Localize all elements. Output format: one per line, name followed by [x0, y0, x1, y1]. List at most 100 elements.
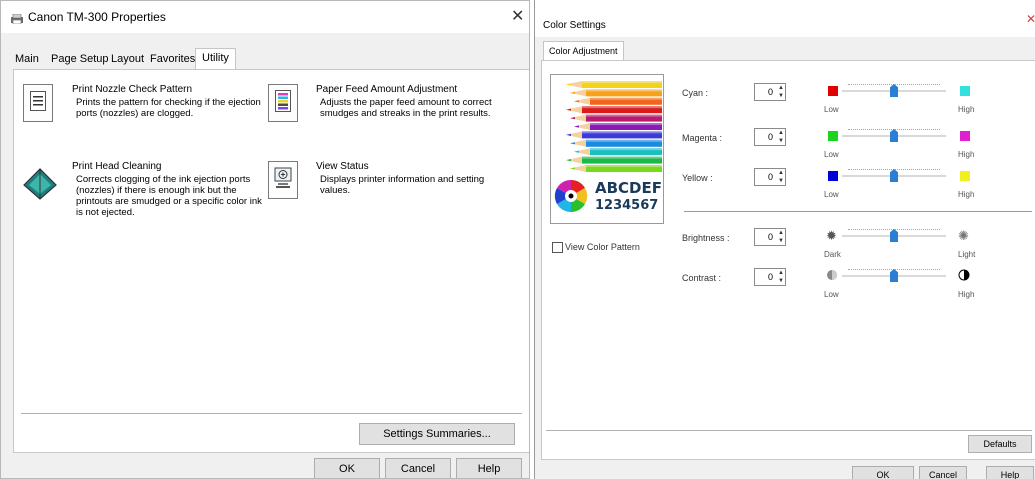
printer-icon	[10, 11, 24, 25]
contrast-high-label: High	[958, 290, 975, 299]
contrast-value: 0	[767, 272, 773, 282]
pencil	[566, 81, 662, 88]
head-cleaning-title: Print Head Cleaning	[72, 161, 162, 172]
cyan-label: Cyan :	[682, 88, 709, 98]
contrast-low-icon	[826, 268, 838, 286]
divider	[21, 413, 522, 414]
brightness-low-label: Dark	[824, 250, 841, 259]
tab-favorites[interactable]: Favorites	[148, 50, 197, 69]
spin-arrows-icon[interactable]: ▲ ▼	[778, 129, 784, 145]
nozzle-check-button[interactable]	[23, 84, 53, 122]
yellow-low-label: Low	[824, 190, 839, 199]
magenta-low-swatch	[828, 131, 838, 141]
ok-button[interactable]: OK	[314, 458, 380, 478]
window-title: Canon TM-300 Properties	[28, 10, 166, 24]
spin-arrows-icon[interactable]: ▲ ▼	[778, 229, 784, 245]
tab-color-adjustment[interactable]: Color Adjustment	[543, 41, 624, 62]
pencil	[574, 97, 662, 105]
view-status-desc-2: values.	[320, 185, 351, 196]
view-status-desc-1: Displays printer information and setting	[320, 174, 485, 185]
color-wheel-icon	[554, 179, 588, 218]
spin-arrows-icon[interactable]: ▲ ▼	[778, 84, 784, 100]
head-cleaning-desc-1: Corrects clogging of the ink ejection po…	[76, 174, 251, 185]
close-button[interactable]: ✕	[1026, 12, 1035, 26]
pencil	[566, 106, 662, 114]
tab-strip: Main Page Setup Layout Favorites Utility	[13, 48, 273, 71]
magenta-low-label: Low	[824, 150, 839, 159]
help-button[interactable]: Help	[456, 458, 522, 478]
status-monitor-icon	[274, 167, 292, 194]
yellow-label: Yellow :	[682, 173, 713, 183]
pencil	[566, 131, 662, 139]
contrast-low-label: Low	[824, 290, 839, 299]
sun-dark-icon: ✹	[826, 228, 837, 243]
nozzle-check-desc-1: Prints the pattern for checking if the e…	[76, 97, 261, 108]
head-cleaning-desc-4: is not ejected.	[76, 207, 135, 218]
color-adjustment-panel: ABCDEF 1234567 View Color Pattern Cyan :…	[541, 60, 1035, 460]
printer-properties-window: Canon TM-300 Properties ✕ Main Page Setu…	[0, 0, 530, 479]
ok-button[interactable]: OK	[852, 466, 914, 479]
paper-feed-desc-1: Adjusts the paper feed amount to correct	[320, 97, 492, 108]
view-status-button[interactable]	[268, 161, 298, 199]
color-settings-window: Color Settings ✕ Color Adjustment	[534, 0, 1035, 479]
cyan-low-label: Low	[824, 105, 839, 114]
head-cleaning-desc-3: printouts are smudged or a specific colo…	[76, 196, 262, 207]
view-status-title: View Status	[316, 161, 369, 172]
pencil	[574, 148, 662, 156]
tab-strip: Color Adjustment	[543, 41, 643, 62]
cyan-low-swatch	[828, 86, 838, 96]
cancel-button[interactable]: Cancel	[385, 458, 451, 478]
title-bar: Canon TM-300 Properties ✕	[1, 1, 529, 33]
pencil	[570, 89, 662, 97]
brightness-high-label: Light	[958, 250, 976, 259]
sun-light-icon: ✺	[958, 228, 969, 243]
close-button[interactable]: ✕	[511, 6, 524, 26]
yellow-value: 0	[767, 172, 773, 182]
pencil	[570, 165, 662, 172]
pencil	[570, 114, 662, 122]
pencil	[570, 139, 662, 147]
magenta-value: 0	[767, 132, 773, 142]
window-title: Color Settings	[543, 20, 606, 31]
view-color-pattern-checkbox[interactable]	[552, 242, 563, 253]
magenta-high-label: High	[958, 150, 975, 159]
help-button[interactable]: Help	[986, 466, 1034, 479]
defaults-button[interactable]: Defaults	[968, 435, 1032, 453]
paper-feed-button[interactable]	[268, 84, 298, 122]
contrast-spinbox[interactable]: 0 ▲ ▼	[754, 268, 786, 286]
nozzle-check-desc-2: ports (nozzles) are clogged.	[76, 108, 194, 119]
brightness-value: 0	[767, 232, 773, 242]
preview-text-letters: ABCDEF	[595, 179, 662, 197]
nozzle-pattern-icon	[30, 90, 46, 116]
utility-panel: Print Nozzle Check Pattern Prints the pa…	[13, 69, 529, 453]
color-preview: ABCDEF 1234567	[550, 74, 664, 224]
tab-main[interactable]: Main	[13, 50, 41, 69]
cyan-value: 0	[767, 87, 773, 97]
yellow-low-swatch	[828, 171, 838, 181]
tab-utility[interactable]: Utility	[195, 48, 236, 71]
pencils-icon	[566, 81, 662, 172]
contrast-label: Contrast :	[682, 273, 722, 283]
spin-arrows-icon[interactable]: ▲ ▼	[778, 169, 784, 185]
head-cleaning-icon	[23, 168, 57, 205]
magenta-spinbox[interactable]: 0 ▲ ▼	[754, 128, 786, 146]
tab-layout[interactable]: Layout	[109, 50, 146, 69]
yellow-spinbox[interactable]: 0 ▲ ▼	[754, 168, 786, 186]
cyan-high-swatch	[960, 86, 970, 96]
divider-bottom	[546, 430, 1032, 431]
settings-summaries-button[interactable]: Settings Summaries...	[359, 423, 515, 445]
title-bar: Color Settings ✕	[535, 0, 1035, 37]
brightness-label: Brightness :	[682, 233, 730, 243]
yellow-high-swatch	[960, 171, 970, 181]
cancel-button[interactable]: Cancel	[919, 466, 967, 479]
pencil	[574, 123, 662, 130]
brightness-spinbox[interactable]: 0 ▲ ▼	[754, 228, 786, 246]
cyan-high-label: High	[958, 105, 975, 114]
divider	[684, 211, 1032, 212]
head-cleaning-button[interactable]	[23, 165, 57, 203]
tab-page-setup[interactable]: Page Setup	[49, 50, 111, 69]
spin-arrows-icon[interactable]: ▲ ▼	[778, 269, 784, 285]
contrast-high-icon	[958, 268, 970, 286]
cyan-spinbox[interactable]: 0 ▲ ▼	[754, 83, 786, 101]
paper-feed-desc-2: smudges and streaks in the print results…	[320, 108, 491, 119]
